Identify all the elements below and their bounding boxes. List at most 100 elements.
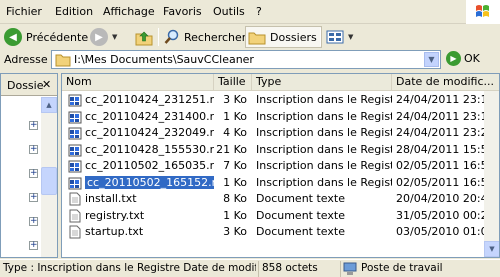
column-type[interactable]: Type [252, 74, 392, 91]
computer-icon [343, 262, 357, 275]
file-date-cell: 02/05/2011 16:51 [396, 175, 484, 191]
file-type: Inscription dans le Registre [256, 126, 392, 139]
file-name-cell: cc_20110502_165035.reg [85, 158, 214, 174]
file-size-cell: 3 Ko [214, 92, 252, 108]
up-folder-button[interactable] [134, 26, 154, 48]
registry-file-icon [68, 126, 82, 140]
menu-affichage[interactable]: Affichage [103, 5, 155, 18]
forward-dropdown-icon[interactable]: ▼ [112, 33, 117, 41]
back-button[interactable]: ◀ Précédente ▼ [4, 26, 98, 48]
menu-favoris[interactable]: Favoris [163, 5, 202, 18]
table-row[interactable]: registry.txt 1 Ko Document texte 31/05/2010… [62, 208, 499, 224]
menu-help[interactable]: ? [256, 5, 262, 18]
text-file-icon [68, 192, 82, 206]
registry-file-icon [68, 176, 82, 190]
file-date-cell: 24/04/2011 23:12 [396, 92, 484, 108]
file-type-cell: Document texte [256, 208, 392, 224]
file-date-cell: 20/04/2010 20:45 [396, 191, 484, 207]
tree-expand-icon[interactable]: + [29, 145, 38, 154]
file-name: cc_20110428_155530.reg [85, 142, 214, 156]
tree-expand-icon[interactable]: + [29, 217, 38, 226]
column-name[interactable]: Nom [62, 74, 214, 91]
file-name-cell: cc_20110424_231251.reg [85, 92, 214, 108]
column-date[interactable]: Date de modific... [392, 74, 499, 91]
file-type: Document texte [256, 192, 345, 205]
address-bar: Adresse I:\Mes Documents\SauvCCleaner ▼ … [0, 49, 500, 71]
menu-edition[interactable]: Edition [55, 5, 93, 18]
address-dropdown-icon[interactable]: ▼ [424, 52, 439, 67]
address-label: Adresse [4, 53, 48, 66]
file-name: cc_20110424_231400.reg [85, 109, 214, 123]
file-type-cell: Inscription dans le Registre [256, 92, 392, 108]
address-path: I:\Mes Documents\SauvCCleaner [74, 53, 254, 66]
file-date-cell: 24/04/2011 23:20 [396, 125, 484, 141]
status-zone-label: Poste de travail [361, 262, 443, 274]
back-arrow-icon: ◀ [4, 28, 22, 46]
file-date: 31/05/2010 00:24 [396, 208, 484, 222]
table-row[interactable]: install.txt 8 Ko Document texte 20/04/2010 … [62, 191, 499, 207]
up-folder-icon [135, 31, 153, 46]
file-type-cell: Document texte [256, 191, 392, 207]
file-type: Document texte [256, 208, 345, 222]
go-button[interactable]: ▶ OK [446, 51, 480, 66]
tree-expand-icon[interactable]: + [29, 241, 38, 250]
windows-logo-icon [466, 0, 500, 24]
file-date-cell: 28/04/2011 15:55 [396, 142, 484, 158]
file-size-cell: 1 Ko [214, 208, 252, 224]
file-name-cell: startup.txt [85, 224, 214, 240]
list-header: Nom Taille Type Date de modific... [62, 74, 499, 91]
file-size: 21 Ko [216, 142, 247, 156]
tree-expand-icon[interactable]: + [29, 121, 38, 130]
file-name: startup.txt [85, 225, 144, 238]
table-row[interactable]: cc_20110502_165152.reg 1 Ko Inscription da… [62, 175, 499, 191]
file-name: cc_20110502_165152.reg [85, 175, 214, 189]
folders-label: Dossiers [270, 30, 317, 44]
file-list-scrollbar[interactable]: ▼ [484, 91, 499, 257]
file-type: Document texte [256, 225, 345, 238]
forward-button[interactable]: ▶ ▼ [90, 26, 117, 48]
file-size-cell: 8 Ko [214, 191, 252, 207]
tree-expand-icon[interactable]: + [29, 193, 38, 202]
file-name-cell: cc_20110424_232049.reg [85, 125, 214, 141]
go-label: OK [464, 52, 480, 65]
close-icon[interactable]: ✕ [42, 78, 51, 91]
views-button[interactable]: ▼ [326, 26, 353, 48]
table-row[interactable]: cc_20110428_155530.reg 21 Ko Inscription d… [62, 142, 499, 158]
table-row[interactable]: startup.txt 3 Ko Document texte 03/05/2010 … [62, 224, 499, 240]
file-name-cell: cc_20110502_165152.reg [85, 175, 214, 191]
scroll-down-icon[interactable]: ▼ [484, 241, 499, 257]
table-row[interactable]: cc_20110424_231251.reg 3 Ko Inscription da… [62, 92, 499, 108]
address-field[interactable]: I:\Mes Documents\SauvCCleaner ▼ [51, 50, 441, 69]
file-type: Inscription dans le Registre [256, 142, 392, 156]
file-size-cell: 4 Ko [214, 125, 252, 141]
column-size[interactable]: Taille [214, 74, 252, 91]
file-date: 28/04/2011 15:55 [396, 142, 484, 156]
file-date-cell: 02/05/2011 16:51 [396, 158, 484, 174]
views-grid-icon [326, 30, 344, 44]
tree-expand-icon[interactable]: + [29, 169, 38, 178]
file-type: Inscription dans le Registre [256, 175, 392, 189]
file-name: install.txt [85, 192, 137, 205]
table-row[interactable]: cc_20110424_231400.reg 1 Ko Inscription da… [62, 109, 499, 125]
file-type-cell: Inscription dans le Registre [256, 142, 392, 158]
scroll-up-icon[interactable]: ▲ [41, 97, 57, 113]
table-row[interactable]: cc_20110502_165035.reg 7 Ko Inscription da… [62, 158, 499, 174]
file-size-cell: 3 Ko [214, 224, 252, 240]
file-date-cell: 24/04/2011 23:14 [396, 109, 484, 125]
file-type: Inscription dans le Registre [256, 109, 392, 123]
file-size: 4 Ko [223, 126, 247, 139]
back-label: Précédente [26, 30, 89, 44]
scroll-thumb[interactable] [41, 167, 57, 195]
folders-button[interactable]: Dossiers [245, 26, 322, 48]
search-button[interactable]: Rechercher [164, 26, 246, 48]
file-size: 1 Ko [223, 175, 247, 189]
file-date: 24/04/2011 23:14 [396, 109, 484, 123]
file-date: 20/04/2010 20:45 [396, 192, 484, 205]
table-row[interactable]: cc_20110424_232049.reg 4 Ko Inscription da… [62, 125, 499, 141]
file-type: Inscription dans le Registre [256, 159, 392, 172]
registry-file-icon [68, 110, 82, 124]
status-size: 858 octets [258, 261, 338, 277]
folder-pane-scrollbar[interactable]: ▲ [41, 97, 57, 257]
menu-outils[interactable]: Outils [213, 5, 245, 18]
menu-fichier[interactable]: Fichier [6, 5, 42, 18]
